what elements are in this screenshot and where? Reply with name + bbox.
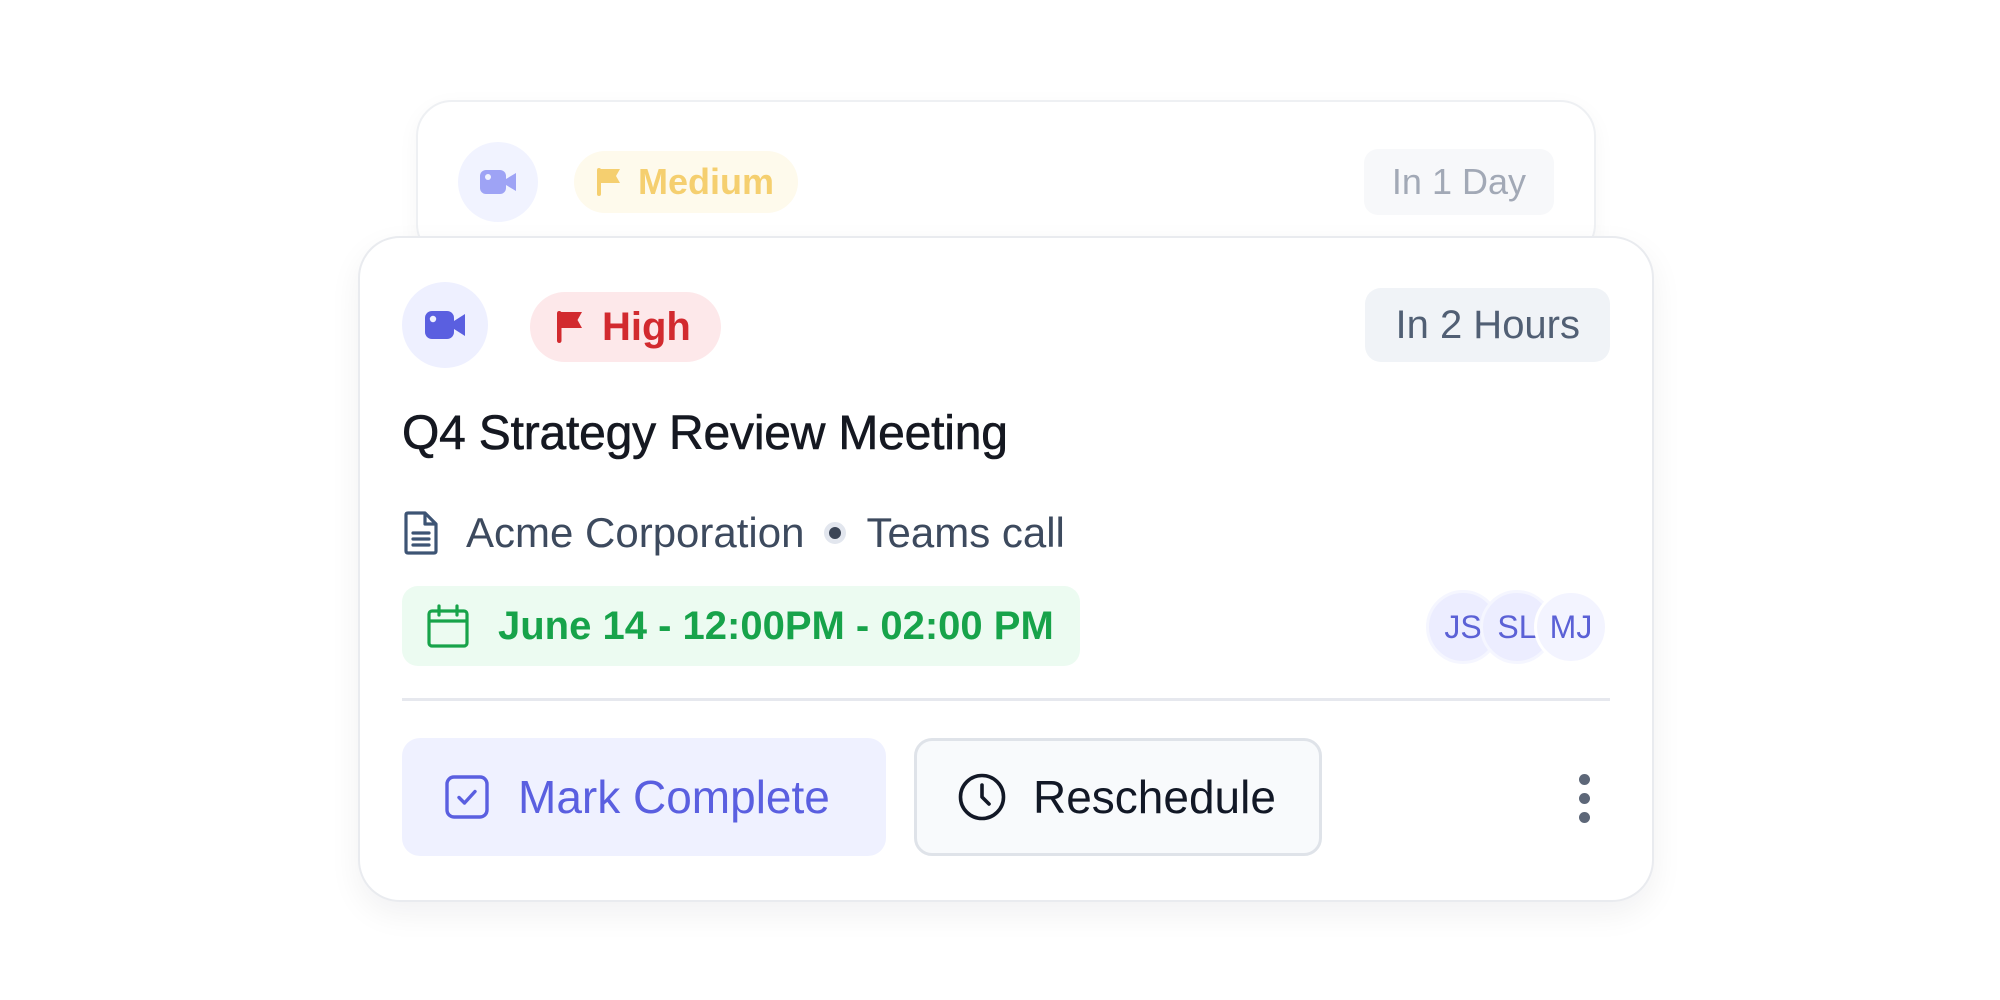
back-card-video-badge (458, 142, 538, 222)
task-stack: Medium In 1 Day High In 2 Hours Q4 Strat… (0, 0, 2000, 1000)
company-name: Acme Corporation (466, 509, 805, 556)
back-card-priority-badge: Medium (574, 151, 799, 213)
mark-complete-button[interactable]: Mark Complete (402, 738, 886, 856)
back-card-priority-label: Medium (638, 161, 775, 202)
clock-icon (958, 773, 1006, 821)
calendar-icon (427, 604, 469, 648)
attendee-avatars: JS SL MJ (1426, 590, 1608, 664)
more-options-button[interactable] (1556, 758, 1612, 838)
due-badge: In 2 Hours (1365, 288, 1610, 362)
schedule-pill: June 14 - 12:00PM - 02:00 PM (402, 586, 1080, 666)
meeting-type-badge (402, 282, 488, 368)
schedule-text: June 14 - 12:00PM - 02:00 PM (498, 603, 1054, 648)
back-card-header: Medium In 1 Day (458, 142, 1554, 222)
task-title: Q4 Strategy Review Meeting (402, 407, 1009, 461)
more-dot (1578, 811, 1590, 823)
avatar[interactable]: MJ (1534, 590, 1608, 664)
more-dot (1578, 792, 1590, 804)
flag-icon (557, 311, 582, 343)
back-card-due-badge: In 1 Day (1363, 149, 1554, 215)
task-meta: Acme Corporation Teams call (402, 506, 1065, 560)
task-card: High In 2 Hours Q4 Strategy Review Meeti… (358, 236, 1654, 902)
reschedule-button[interactable]: Reschedule (914, 738, 1322, 856)
flag-icon (597, 168, 620, 196)
video-camera-icon (425, 311, 465, 339)
reschedule-label: Reschedule (1033, 771, 1276, 823)
check-square-icon (445, 775, 489, 819)
document-icon (402, 510, 440, 556)
more-dot (1578, 773, 1590, 785)
priority-badge: High (530, 292, 721, 362)
mark-complete-label: Mark Complete (518, 771, 830, 823)
call-type: Teams call (866, 509, 1065, 556)
meta-separator-dot (824, 522, 847, 544)
video-camera-icon (480, 170, 516, 194)
divider (402, 698, 1610, 701)
priority-label: High (602, 304, 691, 349)
